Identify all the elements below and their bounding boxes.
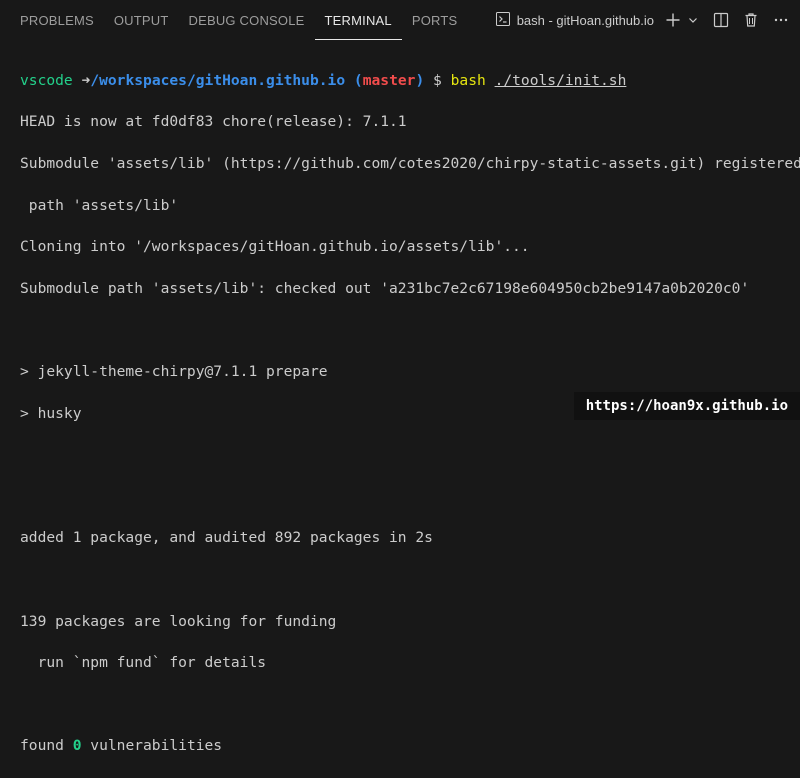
tab-debug-console[interactable]: DEBUG CONSOLE (179, 0, 315, 40)
output-line: 139 packages are looking for funding (20, 612, 337, 630)
tab-terminal[interactable]: TERMINAL (314, 0, 402, 40)
tab-label: OUTPUT (113, 12, 169, 28)
prompt-user: vscode (20, 71, 73, 89)
command-arg[interactable]: ./tools/init.sh (495, 72, 627, 89)
vulnerabilities-line: found 0 vulnerabilities (20, 736, 800, 757)
prompt-dollar: $ (433, 71, 442, 89)
panel-header: PROBLEMS OUTPUT DEBUG CONSOLE TERMINAL P… (0, 0, 800, 40)
tab-problems[interactable]: PROBLEMS (0, 0, 104, 40)
prompt-arrow: ➜ (81, 71, 91, 89)
terminal-selector-label: bash - gitHoan.github.io (516, 12, 654, 28)
output-line: > jekyll-theme-chirpy@7.1.1 prepare (20, 362, 328, 380)
output-line: HEAD is now at fd0df83 chore(release): 7… (20, 113, 407, 131)
panel-actions: bash - gitHoan.github.io (489, 0, 800, 40)
output-line: Submodule 'assets/lib' (https://github.c… (20, 154, 800, 172)
terminal-selector[interactable]: bash - gitHoan.github.io (489, 11, 660, 30)
output-line: Submodule path 'assets/lib': checked out… (20, 279, 750, 297)
panel-tabs: PROBLEMS OUTPUT DEBUG CONSOLE TERMINAL P… (0, 0, 467, 40)
prompt-branch-open: ( (353, 71, 363, 89)
output-line: added 1 package, and audited 892 package… (20, 529, 433, 547)
output-line: path 'assets/lib' (20, 196, 179, 214)
output-line: Cloning into '/workspaces/gitHoan.github… (20, 238, 530, 256)
chevron-down-icon[interactable] (686, 9, 700, 31)
command-bin: bash (450, 71, 486, 89)
found-prefix: found (20, 737, 73, 755)
prompt-branch-close: ) (415, 71, 425, 89)
more-icon[interactable] (770, 9, 792, 31)
prompt-branch: master (362, 71, 416, 89)
tab-label: TERMINAL (324, 12, 392, 28)
trash-icon[interactable] (740, 9, 762, 31)
tab-label: PORTS (411, 12, 458, 28)
found-suffix: vulnerabilities (81, 737, 223, 755)
prompt-line: vscode ➜/workspaces/gitHoan.github.io (m… (20, 71, 800, 92)
split-icon[interactable] (710, 9, 732, 31)
tab-ports[interactable]: PORTS (402, 0, 468, 40)
tab-output[interactable]: OUTPUT (104, 0, 179, 40)
terminal-output[interactable]: vscode ➜/workspaces/gitHoan.github.io (m… (0, 40, 800, 755)
terminal-icon (495, 11, 511, 30)
prompt-path: /workspaces/gitHoan.github.io (90, 71, 346, 89)
tab-label: PROBLEMS (20, 12, 94, 28)
found-count: 0 (72, 737, 82, 755)
output-line: run `npm fund` for details (20, 654, 267, 672)
tab-label: DEBUG CONSOLE (188, 12, 305, 28)
plus-icon[interactable] (662, 9, 684, 31)
watermark: https://hoan9x.github.io (573, 392, 800, 420)
